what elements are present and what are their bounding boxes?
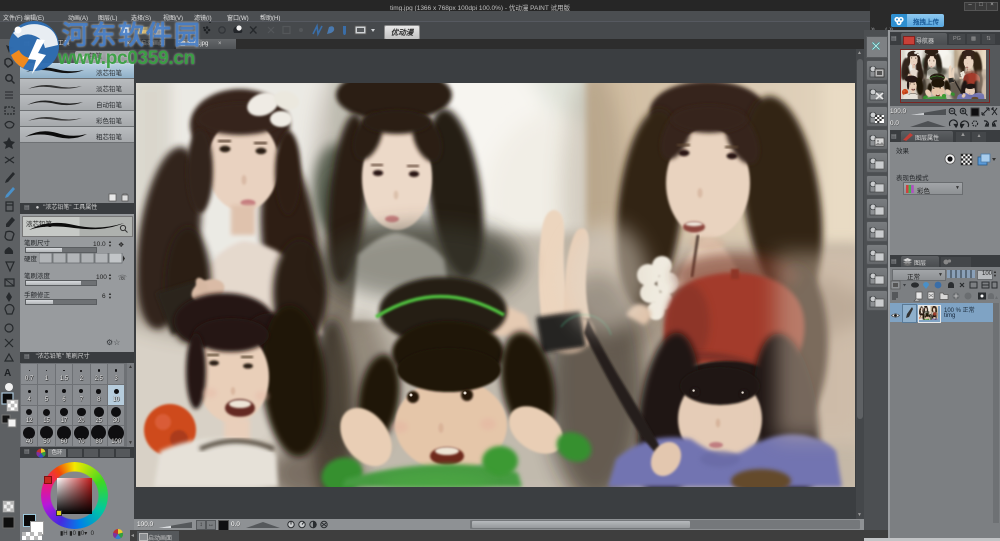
svg-text:A: A [4, 368, 11, 379]
